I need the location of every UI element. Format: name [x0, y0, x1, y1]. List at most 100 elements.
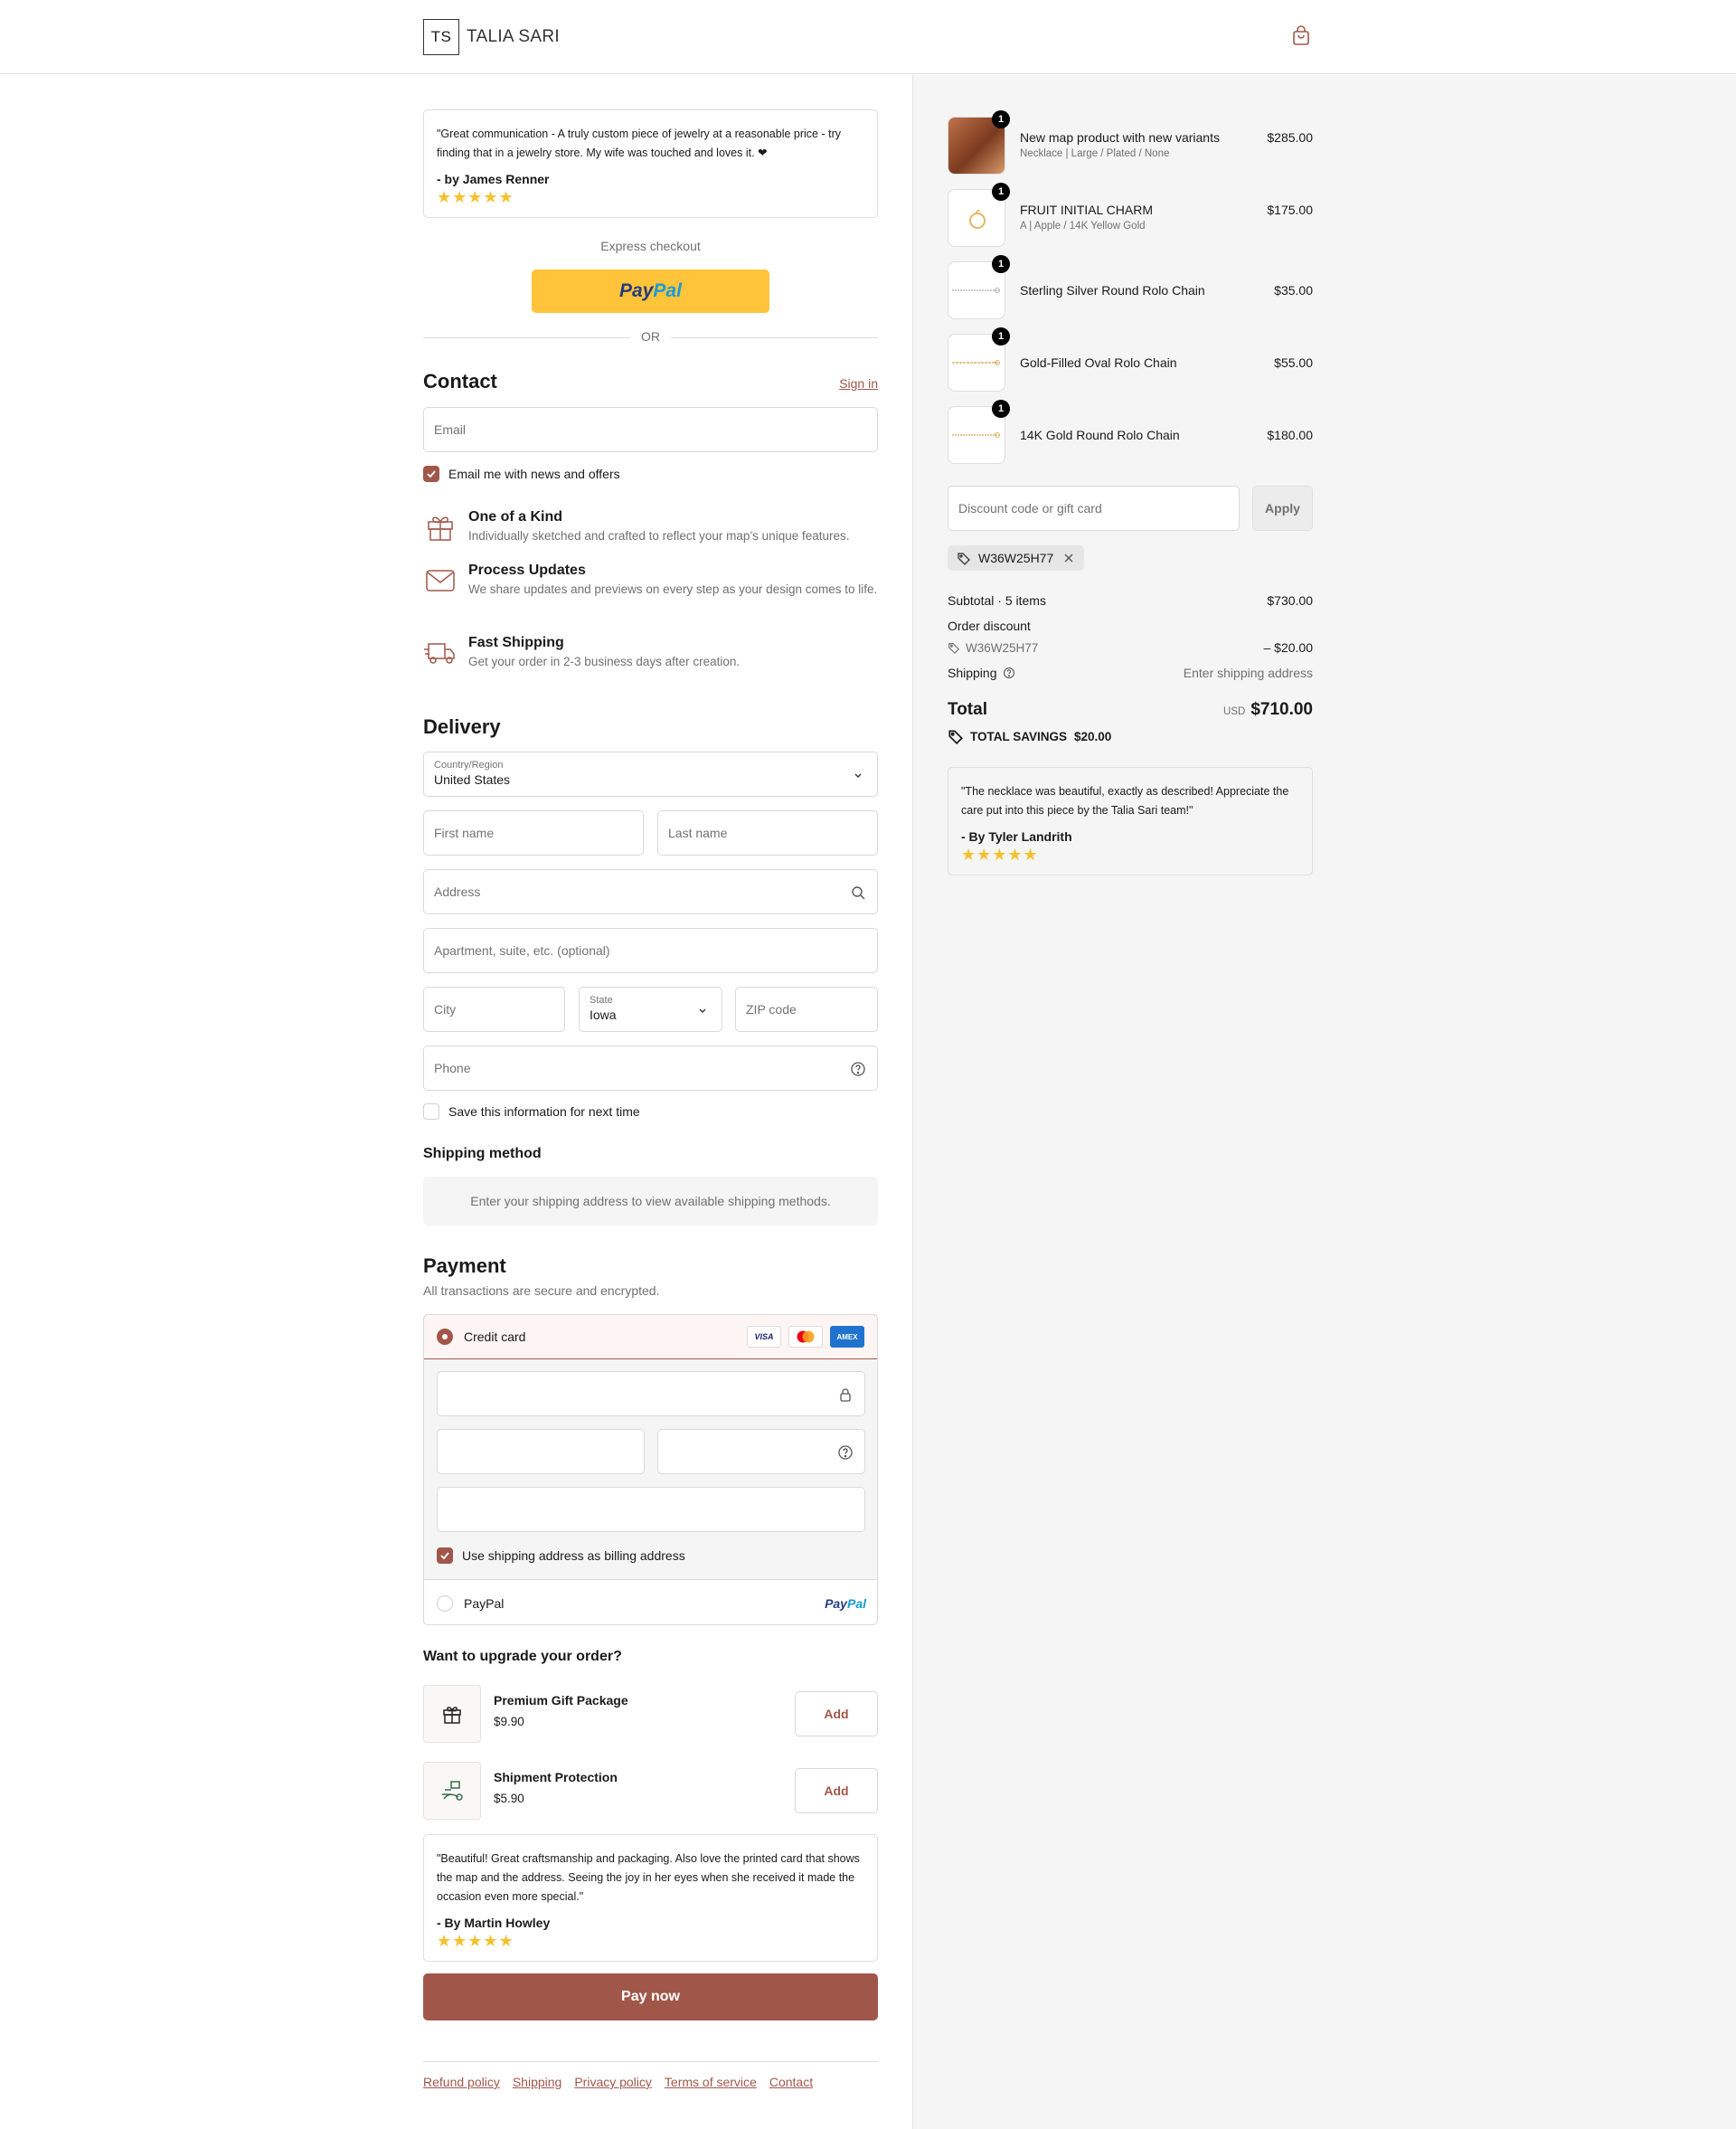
sign-in-link[interactable]: Sign in: [839, 376, 878, 391]
email-news-checkbox[interactable]: Email me with news and offers: [423, 466, 620, 482]
country-select[interactable]: Country/Region United States: [423, 752, 878, 797]
apply-discount-button[interactable]: Apply: [1252, 486, 1313, 531]
add-shipment-protection-button[interactable]: Add: [795, 1768, 878, 1813]
cart-item: 1 FRUIT INITIAL CHARM A | Apple / 14K Ye…: [948, 183, 1313, 249]
paypal-logo-pay: Pay: [619, 280, 654, 301]
state-select[interactable]: State Iowa: [579, 987, 722, 1032]
gift-package-thumbnail: [423, 1685, 481, 1743]
subtotal-value: $730.00: [1267, 593, 1313, 608]
billing-address-label: Use shipping address as billing address: [462, 1548, 685, 1563]
review-card: "The necklace was beautiful, exactly as …: [948, 767, 1313, 875]
brand-monogram: TS: [423, 19, 459, 55]
shipping-label-wrap: Shipping: [948, 666, 1015, 680]
contact-link[interactable]: Contact: [769, 2075, 813, 2089]
envelope-icon: [426, 570, 455, 591]
cart-item: 1 14K Gold Round Rolo Chain $180.00: [948, 400, 1313, 466]
feature-title: One of a Kind: [468, 509, 562, 525]
delivery-title: Delivery: [423, 715, 501, 738]
product-thumbnail: 1: [948, 183, 1010, 247]
card-cvv-field[interactable]: [657, 1429, 865, 1474]
cart-item: 1 Gold-Filled Oval Rolo Chain $55.00: [948, 327, 1313, 393]
order-discount-label: Order discount: [948, 619, 1031, 633]
checkbox-unchecked-icon: [423, 1103, 439, 1120]
quantity-badge: 1: [992, 400, 1010, 418]
add-gift-package-button[interactable]: Add: [795, 1691, 878, 1736]
save-info-checkbox[interactable]: Save this information for next time: [423, 1103, 640, 1120]
country-value: United States: [434, 772, 511, 787]
product-thumbnail: 1: [948, 327, 1010, 392]
savings-label: TOTAL SAVINGS: [970, 729, 1068, 743]
feature-title: Process Updates: [468, 563, 586, 578]
subtotal-label: Subtotal · 5 items: [948, 593, 1046, 608]
tag-icon: [948, 730, 963, 744]
item-variant: Necklace | Large / Plated / None: [1020, 148, 1170, 159]
help-circle-icon[interactable]: [850, 1061, 866, 1077]
help-circle-icon[interactable]: [1003, 667, 1015, 679]
discount-code-label: W36W25H77: [978, 551, 1054, 565]
last-name-field[interactable]: Last name: [657, 810, 878, 856]
total-label: Total: [948, 700, 987, 719]
shipping-method-title: Shipping method: [423, 1146, 542, 1161]
close-icon[interactable]: [1062, 552, 1075, 564]
privacy-policy-link[interactable]: Privacy policy: [574, 2075, 652, 2089]
order-summary: 1 New map product with new variants Neck…: [948, 110, 1313, 1021]
card-expiry-field[interactable]: [437, 1429, 645, 1474]
billing-address-checkbox[interactable]: Use shipping address as billing address: [437, 1547, 685, 1564]
paypal-option[interactable]: PayPal PayPal: [424, 1579, 877, 1624]
review-text: "Great communication - A truly custom pi…: [437, 128, 841, 159]
city-field[interactable]: City: [423, 987, 565, 1032]
product-thumbnail: 1: [948, 255, 1010, 319]
feature-desc: We share updates and previews on every s…: [468, 582, 878, 596]
apartment-placeholder: Apartment, suite, etc. (optional): [434, 943, 610, 958]
discount-code-row: W36W25H77 – $20.00: [948, 640, 1313, 655]
first-name-field[interactable]: First name: [423, 810, 644, 856]
discount-code-field[interactable]: Discount code or gift card: [948, 486, 1240, 531]
feature-fast-shipping: Fast Shipping Get your order in 2-3 busin…: [423, 635, 740, 671]
card-name-field[interactable]: [437, 1487, 865, 1532]
refund-policy-link[interactable]: Refund policy: [423, 2075, 500, 2089]
total-amount-wrap: USD $710.00: [1223, 700, 1313, 720]
item-name: Sterling Silver Round Rolo Chain: [1020, 283, 1205, 298]
paypal-option-label: PayPal: [464, 1595, 505, 1611]
product-thumbnail: 1: [948, 110, 1010, 175]
apartment-field[interactable]: Apartment, suite, etc. (optional): [423, 928, 878, 973]
feature-one-of-a-kind: One of a Kind Individually sketched and c…: [423, 509, 850, 545]
savings-value: $20.00: [1074, 729, 1112, 743]
upsell-item-name: Shipment Protection: [494, 1770, 618, 1784]
paypal-logo-pal: Pal: [653, 280, 682, 301]
city-placeholder: City: [434, 1002, 457, 1017]
pay-now-button[interactable]: Pay now: [423, 1973, 878, 2020]
applied-discount-chip: W36W25H77: [948, 545, 1085, 571]
help-circle-icon[interactable]: [837, 1444, 854, 1461]
truck-icon: [424, 643, 455, 664]
zip-field[interactable]: ZIP code: [735, 987, 878, 1032]
terms-of-service-link[interactable]: Terms of service: [665, 2075, 757, 2089]
paypal-express-button[interactable]: Pay Pal: [532, 270, 769, 313]
feature-desc: Individually sketched and crafted to ref…: [468, 529, 850, 543]
address-field[interactable]: Address: [423, 869, 878, 914]
shipping-method-message: Enter your shipping address to view avai…: [423, 1177, 878, 1225]
discount-code-info: W36W25H77: [948, 640, 1038, 655]
quantity-badge: 1: [992, 327, 1010, 345]
upsell-item-price: $5.90: [494, 1792, 524, 1805]
first-name-placeholder: First name: [434, 826, 495, 840]
or-divider: OR: [423, 329, 878, 345]
card-number-field[interactable]: [437, 1371, 865, 1416]
item-price: $285.00: [1267, 130, 1313, 145]
item-name: 14K Gold Round Rolo Chain: [1020, 428, 1180, 442]
credit-card-option[interactable]: Credit card VISA AMEX: [424, 1315, 877, 1359]
shipment-protection-icon: [442, 1781, 463, 1801]
payment-methods: Credit card VISA AMEX Use shipping addre…: [423, 1314, 878, 1625]
shipping-label: Shipping: [948, 666, 997, 680]
email-field[interactable]: Email: [423, 407, 878, 452]
last-name-placeholder: Last name: [668, 826, 728, 840]
shopping-bag-icon[interactable]: [1290, 25, 1312, 47]
save-info-label: Save this information for next time: [448, 1104, 640, 1119]
feature-title: Fast Shipping: [468, 635, 564, 650]
shipping-link[interactable]: Shipping: [513, 2075, 562, 2089]
phone-field[interactable]: Phone: [423, 1046, 878, 1091]
paypal-logo-pal: Pal: [846, 1595, 866, 1611]
brand-logo[interactable]: TS TALIA SARI: [423, 19, 560, 55]
email-news-label: Email me with news and offers: [448, 467, 620, 481]
total-savings: TOTAL SAVINGS $20.00: [948, 728, 1111, 744]
